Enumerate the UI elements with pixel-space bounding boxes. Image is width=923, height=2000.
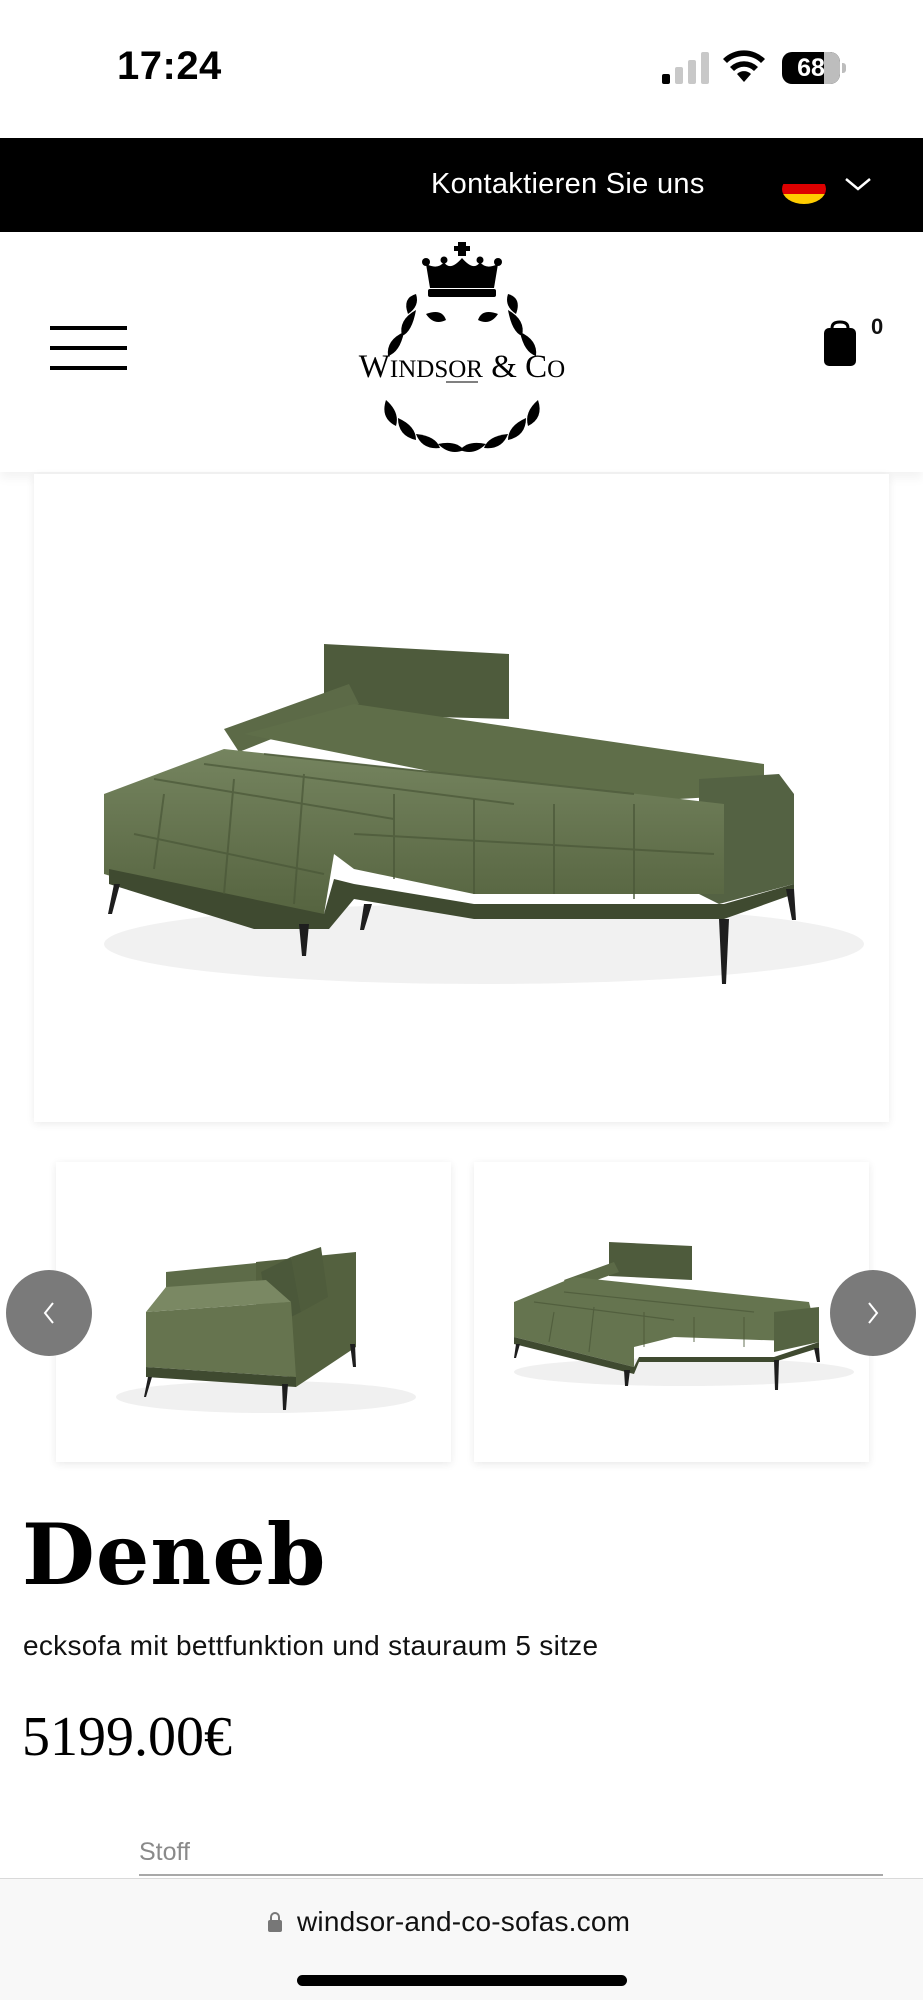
hamburger-menu-icon[interactable] (50, 322, 127, 374)
windsor-co-logo[interactable]: WINDSOR & CO (346, 240, 578, 462)
site-header: WINDSOR & CO 0 (0, 232, 923, 472)
contact-us-link[interactable]: Kontaktieren Sie uns (431, 168, 705, 201)
top-bar: Kontaktieren Sie uns (0, 138, 923, 232)
green-corner-sofa-side-view (116, 1247, 416, 1413)
fabric-select-label: Stoff (139, 1838, 190, 1866)
germany-flag-icon[interactable] (782, 174, 826, 204)
browser-address-bar[interactable]: windsor-and-co-sofas.com (0, 1878, 923, 2000)
green-corner-sofa-bed-view (514, 1242, 854, 1390)
chevron-down-icon[interactable] (842, 172, 874, 196)
product-title: Deneb (22, 1505, 327, 1604)
status-time: 17:24 (117, 44, 222, 88)
cellular-signal-icon (662, 52, 709, 84)
wifi-icon (723, 50, 765, 82)
lock-icon (268, 1912, 282, 1932)
green-corner-sofa-image (104, 644, 864, 984)
svg-text:WINDSOR & CO: WINDSOR & CO (359, 349, 565, 385)
chevron-left-icon (43, 1302, 54, 1324)
product-thumbnail[interactable] (474, 1162, 869, 1462)
product-thumbnail[interactable] (56, 1162, 451, 1462)
url-text[interactable]: windsor-and-co-sofas.com (297, 1906, 630, 1938)
product-price: 5199.00€ (22, 1706, 232, 1768)
product-subtitle: ecksofa mit bettfunktion und stauraum 5 … (23, 1630, 599, 1661)
cart-count-badge: 0 (871, 314, 884, 339)
shopping-bag-icon[interactable] (820, 320, 860, 370)
battery-icon: 68 (782, 52, 846, 84)
product-main-image[interactable] (34, 474, 889, 1122)
carousel-next-button[interactable] (830, 1270, 916, 1356)
battery-level: 68 (797, 54, 825, 82)
carousel-prev-button[interactable] (6, 1270, 92, 1356)
status-bar: 17:24 68 (0, 0, 923, 138)
chevron-right-icon (868, 1302, 879, 1324)
home-indicator[interactable] (297, 1975, 627, 1986)
